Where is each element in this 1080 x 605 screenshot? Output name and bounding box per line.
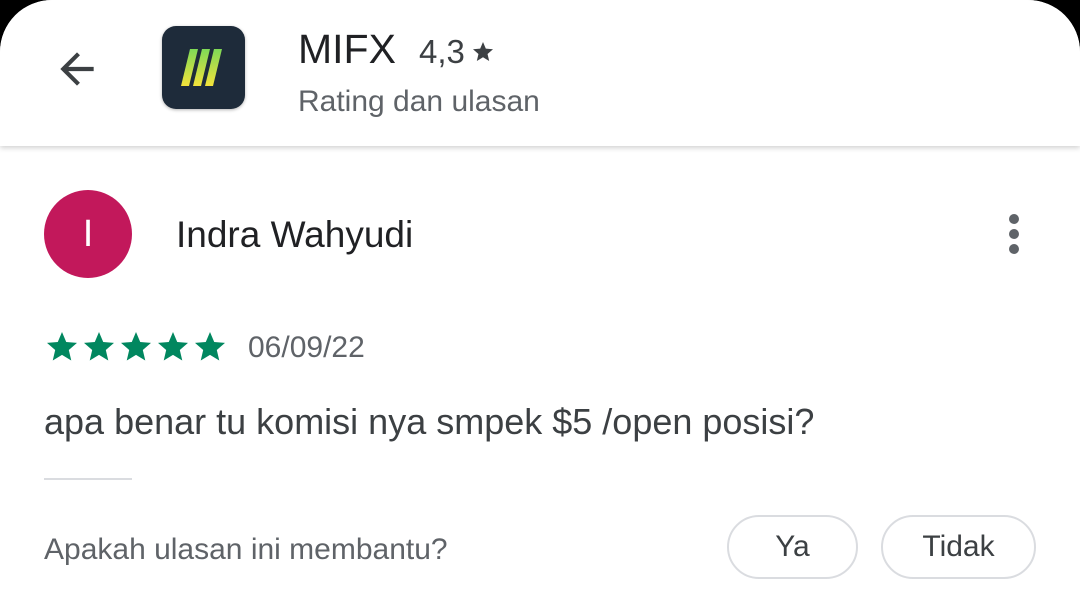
more-options-button[interactable] — [994, 208, 1034, 260]
screen: MIFX 4,3 Rating dan ulasan I Indra Wahyu… — [0, 0, 1080, 605]
divider — [44, 478, 132, 480]
page-subtitle: Rating dan ulasan — [298, 85, 540, 118]
app-rating-value: 4,3 — [419, 33, 465, 70]
star-icon — [158, 332, 188, 361]
reviewer-name: Indra Wahyudi — [176, 214, 414, 255]
more-vert-icon-dot — [1009, 229, 1019, 239]
more-vert-icon — [1009, 214, 1019, 224]
star-icon — [195, 332, 225, 361]
star-icon — [47, 332, 77, 361]
helpful-no-button[interactable]: Tidak — [881, 515, 1036, 579]
rating-star-icon — [472, 42, 493, 61]
helpful-yes-button[interactable]: Ya — [727, 515, 858, 579]
helpful-question: Apakah ulasan ini membantu? — [44, 533, 448, 566]
back-button[interactable] — [48, 40, 106, 98]
review-text: apa benar tu komisi nya smpek $5 /open p… — [44, 401, 815, 442]
avatar-initial: I — [82, 212, 94, 255]
star-icon — [121, 332, 151, 361]
review-date: 06/09/22 — [248, 331, 365, 364]
star-icon — [84, 332, 114, 361]
mifx-logo-icon — [162, 26, 245, 109]
app-rating: 4,3 — [419, 32, 495, 72]
star-rating — [44, 330, 229, 364]
app-bar: MIFX 4,3 Rating dan ulasan — [0, 0, 1080, 146]
avatar: I — [44, 190, 132, 278]
arrow-back-icon — [60, 52, 94, 86]
more-vert-icon-dot — [1009, 244, 1019, 254]
app-name: MIFX — [298, 26, 396, 72]
